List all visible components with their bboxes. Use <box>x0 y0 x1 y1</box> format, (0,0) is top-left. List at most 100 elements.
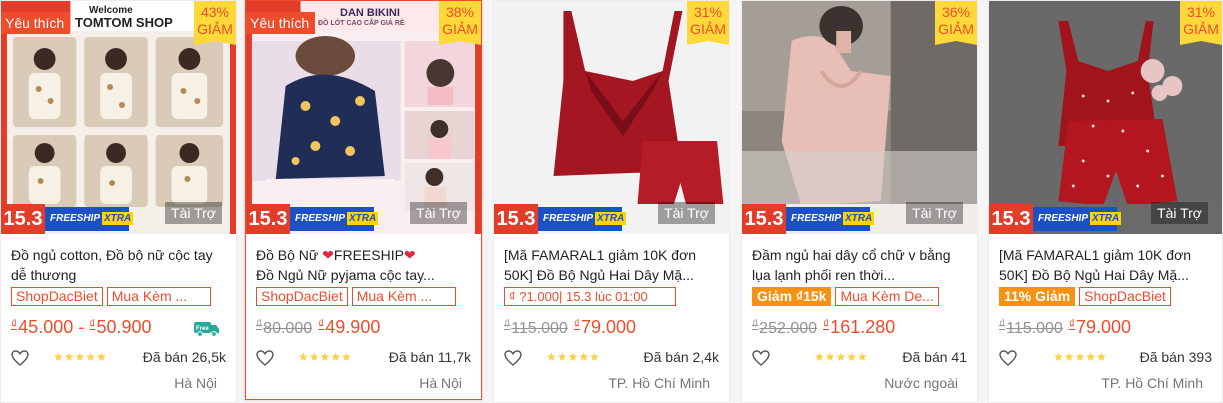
original-price-value: 80.000 <box>263 320 313 337</box>
sold-count: Đã bán 41 <box>902 349 967 365</box>
freeship-text: FREESHIP <box>295 213 346 224</box>
sale-price: 49.900 <box>325 317 381 337</box>
currency-symbol: ₫ <box>573 317 580 331</box>
shop-location: TP. Hồ Chí Minh <box>1101 375 1203 391</box>
shop-location: Hà Nội <box>174 375 217 391</box>
sale-price: 79.000 <box>581 317 637 337</box>
product-grid: Welcome TOMTOM SHOP Yêu thích 43% GIẢM 1… <box>0 0 1223 403</box>
heart-outline-icon[interactable] <box>999 350 1017 366</box>
promo-date: 15.3 <box>246 204 290 234</box>
price: ₫80.000 ₫49.900 <box>256 317 380 338</box>
product-labels: ShopDacBiet Mua Kèm ... <box>11 287 226 307</box>
freeship-xtra-badge: FREESHIP XTRA <box>45 207 134 231</box>
free-icon-text: Free <box>196 326 209 332</box>
product-title[interactable]: [Mã FAMARAL1 giảm 10K đơn 50K] Đồ Bộ Ngủ… <box>504 245 719 285</box>
freeship-text: FREESHIP <box>543 213 594 224</box>
product-title[interactable]: Đồ Bộ Nữ ❤FREESHIP❤ Đồ Ngủ Nữ pyjama cộc … <box>256 245 471 285</box>
shop-banner-text: TOMTOM SHOP <box>75 15 173 30</box>
heart-outline-icon[interactable] <box>11 350 29 366</box>
discount-word: GIẢM <box>1183 21 1219 37</box>
heart-outline-icon[interactable] <box>504 350 522 366</box>
price-separator: - <box>78 317 85 337</box>
product-title[interactable]: Đầm ngủ hai dây cổ chữ v bằng lụa lạnh p… <box>752 245 967 285</box>
price: ₫115.000 ₫79.000 <box>999 317 1131 338</box>
product-image[interactable]: 31% GIẢM 15.3 FREESHIP XTRA Tài Trợ <box>989 1 1222 234</box>
original-price: ₫80.000 <box>256 317 313 337</box>
freeship-xtra-badge: FREESHIP XTRA <box>290 207 379 231</box>
star-icon: ★★★★★ <box>1053 350 1107 364</box>
product-image[interactable]: Welcome TOMTOM SHOP Yêu thích 43% GIẢM 1… <box>1 1 236 234</box>
discount-percent: 43% <box>200 4 230 20</box>
product-card[interactable]: 31% GIẢM 15.3 FREESHIP XTRA Tài Trợ [Mã F… <box>988 0 1223 403</box>
shop-label: ShopDacBiet <box>256 287 348 306</box>
product-card[interactable]: DAN BIKINI ĐỒ LÓT CAO CẤP GIÁ RẺ Yêu thí… <box>245 0 482 400</box>
price: ₫252.000 ₫161.280 <box>752 317 895 338</box>
currency-symbol: ₫ <box>89 317 96 331</box>
product-image[interactable]: DAN BIKINI ĐỒ LÓT CAO CẤP GIÁ RẺ Yêu thí… <box>246 1 481 234</box>
discount-percent-label: 11% Giảm <box>999 287 1076 306</box>
sponsored-label: Tài Trợ <box>658 202 715 224</box>
original-price-value: 115.000 <box>1006 320 1063 337</box>
favorite-shop-tag: Yêu thích <box>246 12 316 34</box>
xtra-text: XTRA <box>1090 212 1122 225</box>
star-icon: ★★★★★ <box>298 350 352 364</box>
discount-word: GIẢM <box>442 21 478 37</box>
heart-outline-icon[interactable] <box>752 350 770 366</box>
card-bottom-row: ★★★★★ Đã bán 393 <box>999 348 1212 368</box>
title-part: Đồ Bộ Nữ <box>256 247 323 263</box>
sale-price: 79.000 <box>1076 317 1132 337</box>
freeship-text: FREESHIP <box>791 213 842 224</box>
shop-label: ShopDacBiet <box>1079 287 1171 306</box>
currency-symbol: ₫ <box>1068 317 1075 331</box>
sale-price: 161.280 <box>830 317 896 337</box>
product-labels: Giảm ₫15k Mua Kèm De... <box>752 287 967 307</box>
product-title[interactable]: [Mã FAMARAL1 giảm 10K đơn 50K] Đồ Bộ Ngủ… <box>999 245 1212 285</box>
product-title[interactable]: Đồ ngủ cotton, Đồ bộ nữ cộc tay dễ thươn… <box>11 245 226 285</box>
shop-banner-text: ĐỒ LÓT CAO CẤP GIÁ RẺ <box>318 20 405 27</box>
promo-date: 15.3 <box>494 204 538 234</box>
sold-count: Đã bán 26,5k <box>142 349 226 365</box>
product-card[interactable]: 36% GIẢM 15.3 FREESHIP XTRA Tài Trợ Đầm n… <box>741 0 978 403</box>
promo-date: 15.3 <box>1 204 45 234</box>
currency-symbol: ₫ <box>823 317 830 331</box>
heart-outline-icon[interactable] <box>256 350 274 366</box>
currency-symbol: ₫ <box>318 317 325 331</box>
sold-count: Đã bán 2,4k <box>643 349 720 365</box>
star-icon: ★★★★★ <box>814 350 868 364</box>
discount-percent: 31% <box>1186 4 1216 20</box>
price-max: 50.900 <box>96 317 152 337</box>
original-price-value: 252.000 <box>759 320 818 337</box>
currency-symbol: ₫ <box>752 317 759 331</box>
product-labels: ShopDacBiet Mua Kèm ... <box>256 287 471 307</box>
product-card[interactable]: Welcome TOMTOM SHOP Yêu thích 43% GIẢM 1… <box>0 0 237 403</box>
freeship-text: FREESHIP <box>1038 213 1089 224</box>
discount-word: GIẢM <box>197 21 233 37</box>
discount-word: GIẢM <box>690 21 726 37</box>
banner-subtitle: DAN BIKINI <box>340 7 400 19</box>
shop-location: Nước ngoài <box>884 375 958 391</box>
discount-percent: 36% <box>941 4 971 20</box>
bundle-deal-label: Mua Kèm De... <box>835 287 940 306</box>
sold-count: Đã bán 11,7k <box>388 349 471 365</box>
currency-symbol: ₫ <box>999 317 1006 331</box>
discount-badge: 31% GIẢM <box>1180 1 1222 45</box>
original-price-value: 115.000 <box>511 320 568 337</box>
star-icon: ★★★★★ <box>546 350 600 364</box>
shop-location: Hà Nội <box>419 375 462 391</box>
price-range: ₫45.000 - ₫50.900 <box>11 317 152 338</box>
product-image[interactable]: 31% GIẢM 15.3 FREESHIP XTRA Tài Trợ <box>494 1 729 234</box>
product-image[interactable]: 36% GIẢM 15.3 FREESHIP XTRA Tài Trợ <box>742 1 977 234</box>
shop-location: TP. Hồ Chí Minh <box>608 375 710 391</box>
original-price: ₫115.000 <box>999 317 1063 337</box>
product-card[interactable]: 31% GIẢM 15.3 FREESHIP XTRA Tài Trợ [Mã F… <box>493 0 730 403</box>
heart-emoji-icon: ❤ <box>403 247 416 263</box>
xtra-text: XTRA <box>102 212 134 225</box>
xtra-text: XTRA <box>843 212 875 225</box>
discount-badge: 43% GIẢM <box>194 1 236 45</box>
sold-count: Đã bán 393 <box>1139 349 1212 365</box>
freeship-xtra-badge: FREESHIP XTRA <box>1033 207 1122 231</box>
currency-symbol: ₫ <box>256 317 263 331</box>
product-labels: ₫ ?1.000| 15.3 lúc 01:00 <box>504 287 719 307</box>
currency-symbol: ₫ <box>11 317 18 331</box>
voucher-label: Giảm ₫15k <box>752 287 832 306</box>
